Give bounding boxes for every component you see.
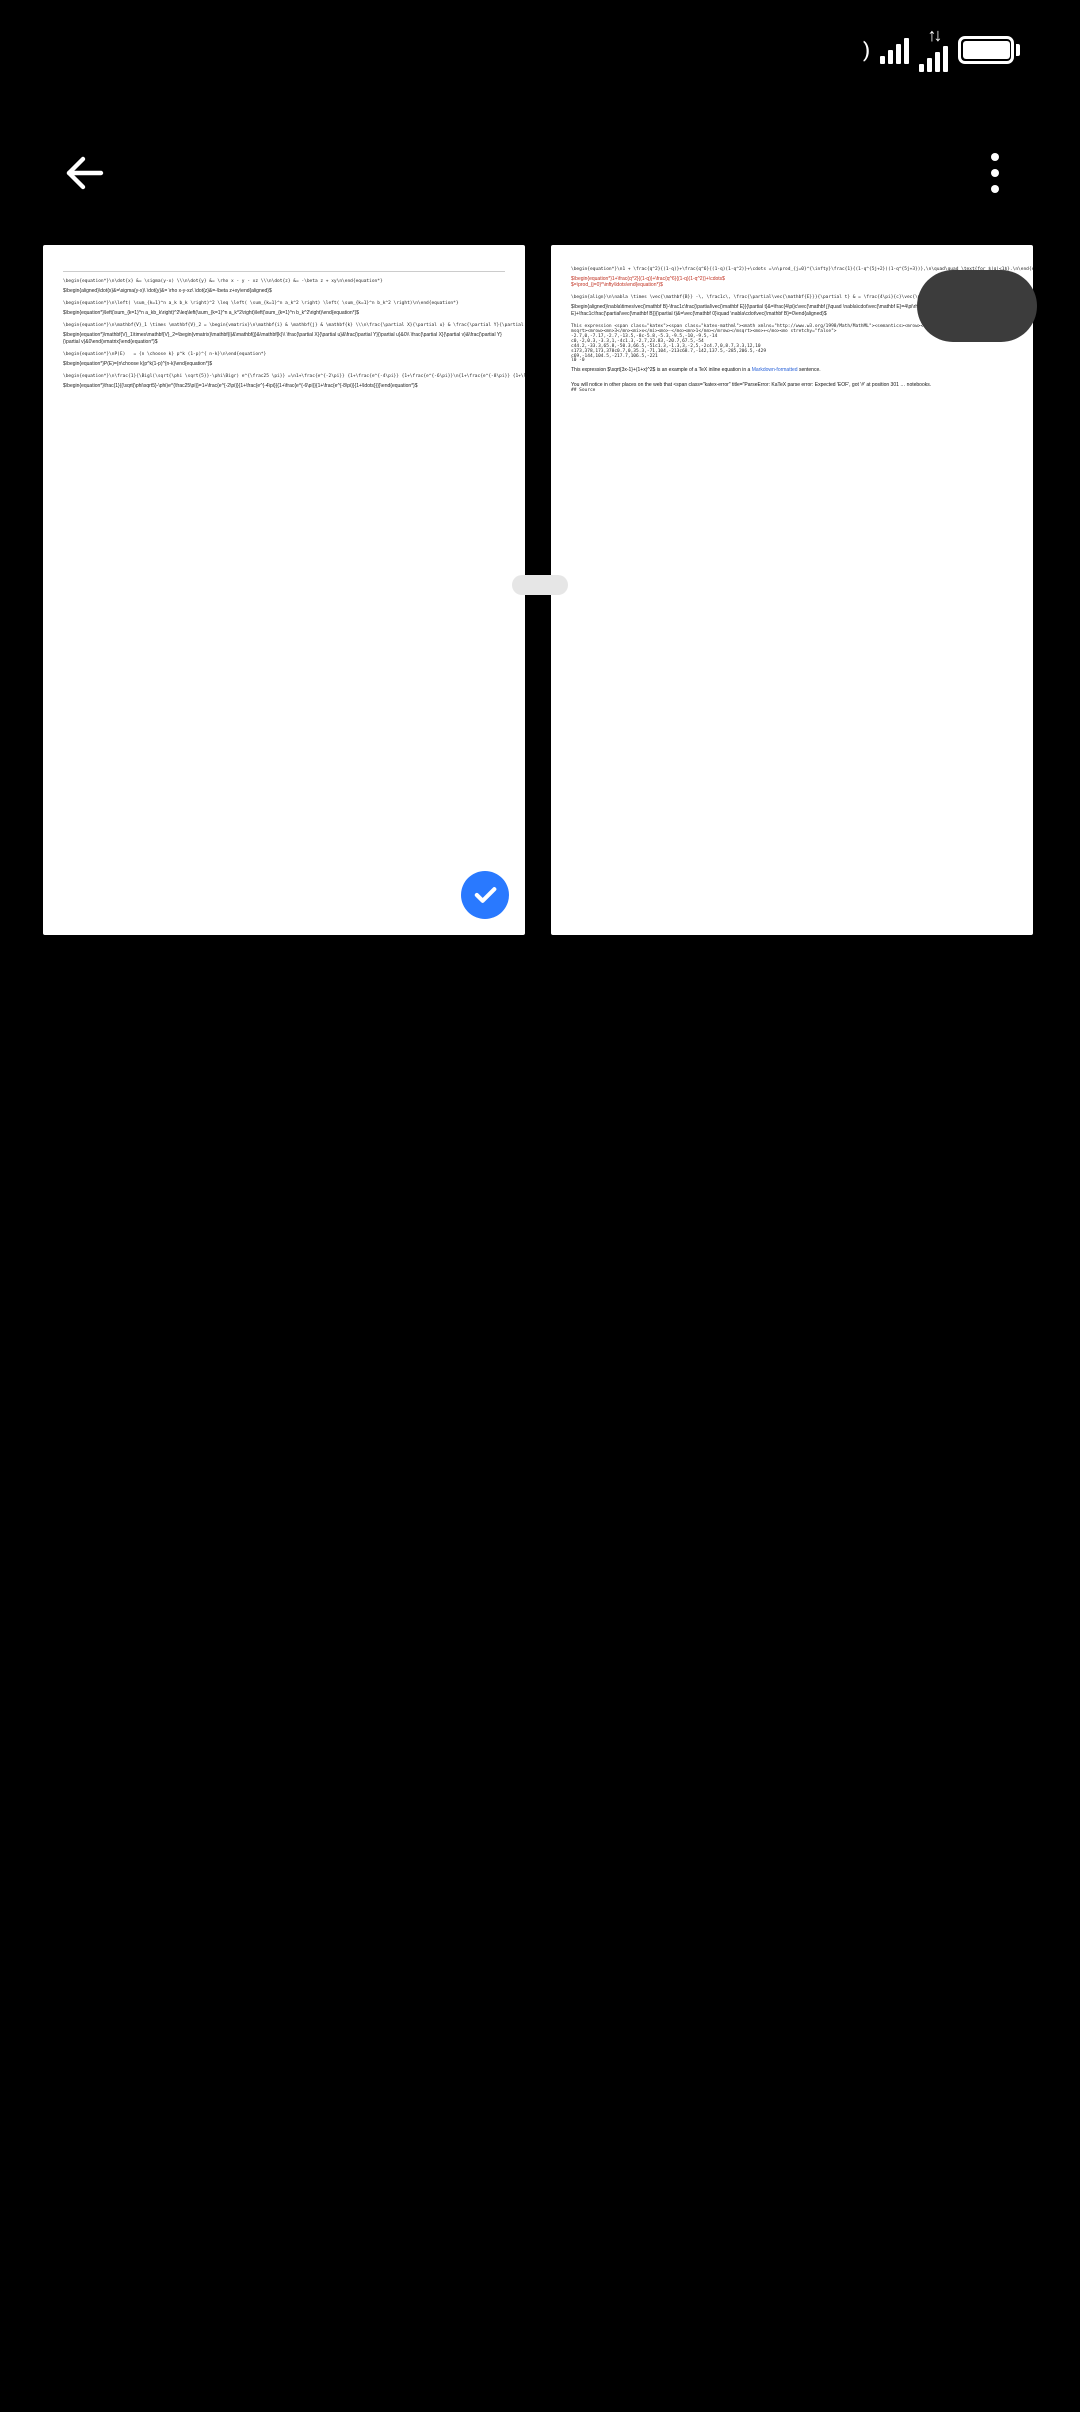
volte-indicator: ) [863, 41, 870, 59]
battery-icon [958, 36, 1020, 64]
back-button[interactable] [55, 143, 115, 203]
page-counter-badge [512, 575, 568, 595]
page-selected-check-icon [461, 871, 509, 919]
more-button[interactable] [965, 143, 1025, 203]
preview-strip: \begin{equation*}\n\dot{x} &= \sigma(y-x… [0, 245, 1080, 935]
page-thumbnail-2[interactable]: \begin{equation*}\n1 + \frac{q^2}{(1-q)}… [551, 245, 1033, 935]
signal-4g-icon: ↑↓ [919, 28, 948, 72]
signal-bars-icon [880, 36, 909, 64]
save-as-pdf-menu-item[interactable] [917, 270, 1037, 342]
app-bar [0, 100, 1080, 245]
doc-content-1: \begin{equation*}\n\dot{x} &= \sigma(y-x… [53, 267, 515, 389]
more-vertical-icon [991, 153, 999, 161]
status-bar: ) ↑↓ [0, 0, 1080, 100]
page-thumbnail-1[interactable]: \begin{equation*}\n\dot{x} &= \sigma(y-x… [43, 245, 525, 935]
arrow-left-icon [61, 149, 109, 197]
status-right: ) ↑↓ [853, 28, 1030, 72]
